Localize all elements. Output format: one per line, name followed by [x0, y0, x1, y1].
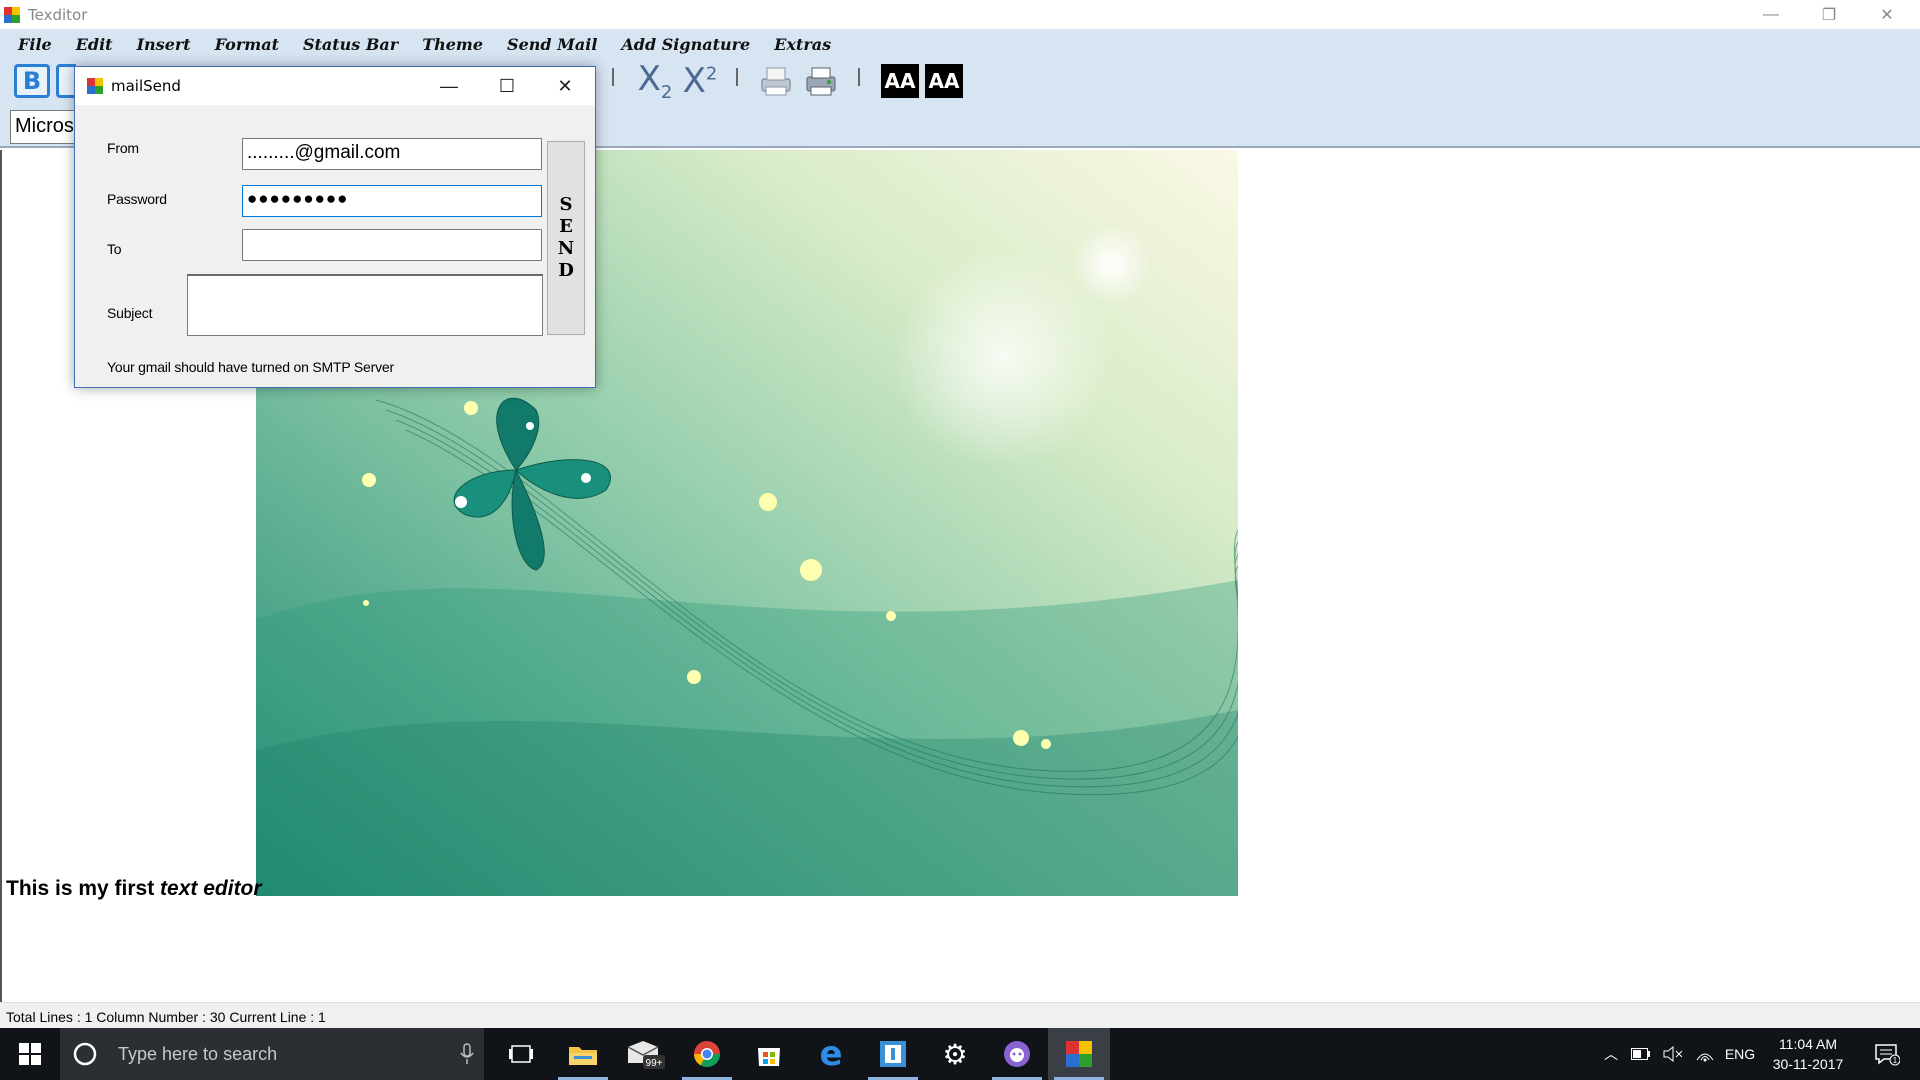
menu-add-signature[interactable]: Add Signature	[621, 35, 750, 54]
toolbar-separator	[858, 68, 860, 86]
clock-date: 30-11-2017	[1772, 1056, 1844, 1072]
language-indicator[interactable]: ENG	[1722, 1028, 1758, 1080]
search-placeholder: Type here to search	[118, 1043, 278, 1064]
send-letter: S	[559, 194, 573, 215]
superscript-icon: X2	[682, 61, 718, 101]
wifi-icon[interactable]	[1690, 1028, 1720, 1080]
bold-button[interactable]: B	[12, 62, 52, 100]
restore-button[interactable]: ❐	[1800, 0, 1858, 29]
github-icon	[1004, 1041, 1030, 1067]
menu-file[interactable]: File	[18, 35, 52, 54]
app-title: Texditor	[28, 5, 88, 24]
edge-icon: e	[819, 1034, 843, 1074]
dialog-app-icon	[87, 78, 103, 94]
taskbar: Type here to search 99+ e ⚙ ︿ ENG 11:04 …	[0, 1028, 1920, 1080]
send-button[interactable]: S E N D	[547, 141, 585, 335]
decrease-font-button[interactable]: AA	[924, 62, 964, 100]
subscript-icon: X2	[637, 59, 673, 103]
volume-muted-icon[interactable]	[1658, 1028, 1688, 1080]
start-button[interactable]	[0, 1028, 60, 1080]
print-button[interactable]	[800, 62, 842, 100]
subject-label: Subject	[107, 305, 153, 321]
file-explorer-taskbar[interactable]	[552, 1028, 614, 1080]
increase-font-button[interactable]: AA	[880, 62, 920, 100]
show-hidden-icons-button[interactable]: ︿	[1598, 1028, 1624, 1080]
settings-taskbar[interactable]: ⚙	[924, 1028, 986, 1080]
menu-format[interactable]: Format	[215, 35, 279, 54]
menu-bar: File Edit Insert Format Status Bar Theme…	[0, 29, 1920, 60]
menu-theme[interactable]: Theme	[422, 35, 483, 54]
subscript-button[interactable]: X2	[634, 59, 676, 103]
superscript-button[interactable]: X2	[678, 61, 722, 101]
taskbar-search-box[interactable]: Type here to search	[60, 1028, 484, 1080]
chevron-up-icon: ︿	[1604, 1046, 1618, 1062]
dialog-titlebar: mailSend — ☐ ✕	[75, 67, 595, 105]
send-letter: D	[558, 260, 574, 281]
to-label: To	[107, 241, 122, 257]
to-field[interactable]	[242, 229, 542, 261]
window-app-icon	[880, 1041, 906, 1067]
clock-time: 11:04 AM	[1778, 1036, 1838, 1052]
gear-icon: ⚙	[942, 1038, 968, 1070]
password-label: Password	[107, 191, 167, 207]
close-button[interactable]: ✕	[1858, 0, 1916, 29]
notification-count: 1	[1893, 1056, 1898, 1065]
italic-icon	[56, 64, 76, 98]
minimize-button[interactable]: —	[1742, 0, 1800, 29]
font-shrink-icon: AA	[925, 64, 963, 98]
printer-icon	[806, 67, 836, 96]
menu-status-bar[interactable]: Status Bar	[303, 35, 398, 54]
smtp-note: Your gmail should have turned on SMTP Se…	[107, 359, 394, 375]
dialog-close-button[interactable]: ✕	[537, 67, 593, 105]
chrome-icon	[693, 1041, 721, 1068]
status-bar: Total Lines : 1 Column Number : 30 Curre…	[0, 1002, 1920, 1028]
task-view-button[interactable]	[490, 1028, 552, 1080]
microphone-icon[interactable]	[460, 1043, 474, 1065]
menu-extras[interactable]: Extras	[774, 35, 831, 54]
dialog-title: mailSend	[111, 77, 181, 95]
action-center-button[interactable]: 1	[1862, 1028, 1912, 1080]
document-text: This is my first text editor	[6, 877, 262, 900]
print-preview-button[interactable]	[756, 62, 796, 100]
menu-insert[interactable]: Insert	[137, 35, 191, 54]
subject-field[interactable]	[187, 274, 543, 336]
edge-taskbar[interactable]: e	[800, 1028, 862, 1080]
clock[interactable]: 11:04 AM 30-11-2017	[1758, 1034, 1858, 1074]
menu-edit[interactable]: Edit	[76, 35, 113, 54]
password-field[interactable]: ●●●●●●●●●	[242, 185, 542, 217]
toolbar-separator	[612, 68, 614, 86]
app-icon	[4, 6, 20, 23]
texditor-taskbar[interactable]	[1048, 1028, 1110, 1080]
menu-send-mail[interactable]: Send Mail	[507, 35, 597, 54]
github-taskbar[interactable]	[986, 1028, 1048, 1080]
from-field[interactable]: .........@gmail.com	[242, 138, 542, 170]
folder-icon	[569, 1047, 597, 1065]
app-taskbar[interactable]	[862, 1028, 924, 1080]
mail-send-dialog: mailSend — ☐ ✕ From .........@gmail.com …	[74, 66, 596, 388]
bold-icon: B	[14, 64, 50, 98]
from-label: From	[107, 140, 139, 156]
dialog-minimize-button[interactable]: —	[421, 67, 477, 105]
mail-icon: 99+	[627, 1041, 665, 1069]
send-letter: E	[559, 216, 573, 237]
store-icon	[758, 1048, 780, 1066]
windows-icon	[19, 1043, 41, 1065]
mail-badge: 99+	[646, 1058, 663, 1069]
send-letter: N	[557, 238, 575, 259]
toolbar-separator	[736, 68, 738, 86]
texditor-icon	[1066, 1041, 1092, 1067]
notification-icon: 1	[1875, 1044, 1900, 1066]
cortana-icon	[73, 1042, 97, 1066]
font-grow-icon: AA	[881, 64, 919, 98]
dialog-maximize-button[interactable]: ☐	[479, 67, 535, 105]
app-titlebar: Texditor — ❐ ✕	[0, 0, 1920, 29]
battery-icon[interactable]	[1626, 1028, 1656, 1080]
italic-button[interactable]	[56, 62, 76, 100]
store-taskbar[interactable]	[738, 1028, 800, 1080]
chrome-taskbar[interactable]	[676, 1028, 738, 1080]
task-view-icon	[509, 1045, 533, 1063]
mail-taskbar[interactable]: 99+	[614, 1028, 676, 1080]
print-preview-icon	[761, 67, 791, 96]
